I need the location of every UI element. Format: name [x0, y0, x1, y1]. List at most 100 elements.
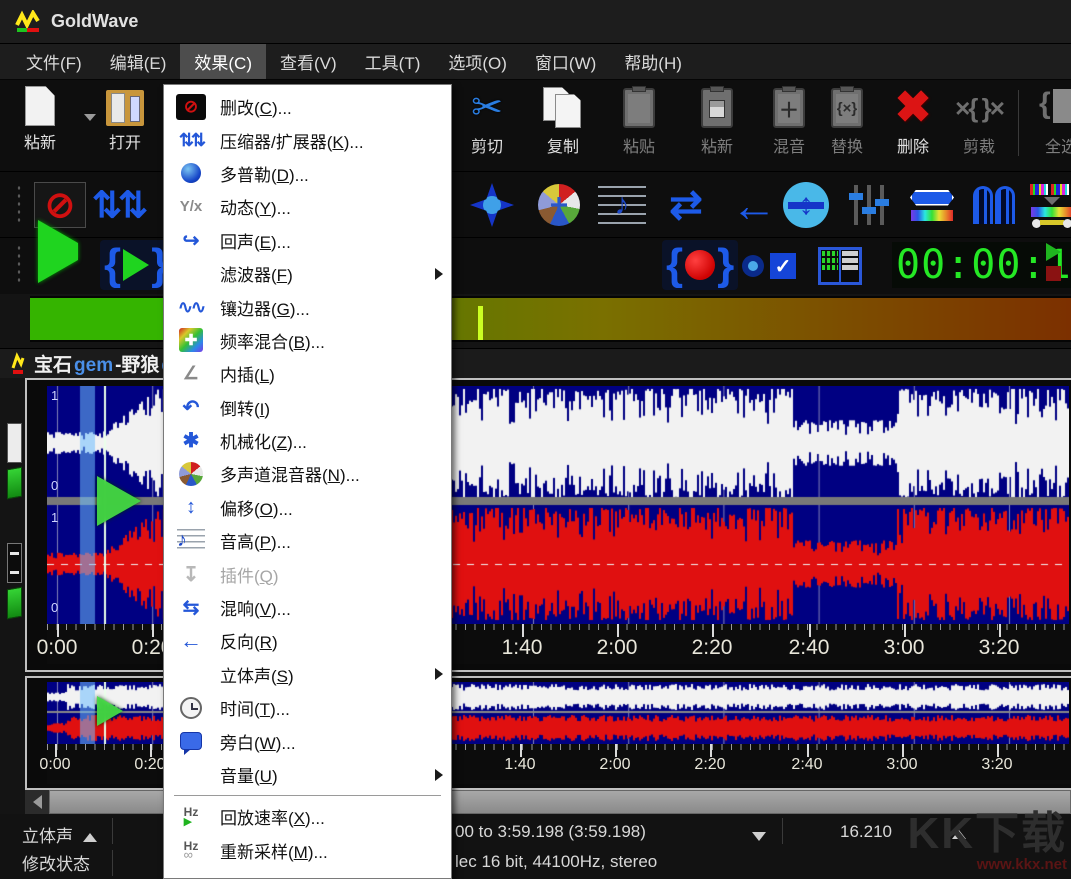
- effects-menu-item-13[interactable]: ↕偏移(O)...: [164, 491, 451, 524]
- reverb-button[interactable]: ⇄: [662, 182, 710, 228]
- channel-mode-label: 立体声: [22, 827, 73, 846]
- effects-menu-item-11[interactable]: ✱机械化(Z)...: [164, 424, 451, 457]
- axis-time-label: 2:20: [694, 756, 725, 774]
- left-arrow-icon: ←: [731, 178, 777, 232]
- menubar-item-8[interactable]: 帮助(H): [610, 44, 696, 79]
- menu-separator: [174, 795, 441, 796]
- effects-menu-item-22[interactable]: Hz▶回放速率(X)...: [164, 800, 451, 833]
- play-selection-button[interactable]: {}: [100, 240, 172, 290]
- play-button[interactable]: [38, 243, 78, 261]
- menu-item-label: 混响(V)...: [220, 595, 443, 620]
- spectrum-filter-button[interactable]: [1028, 182, 1071, 228]
- reverse-button[interactable]: ←: [730, 182, 778, 228]
- effects-menu-item-23[interactable]: Hz∞重新采样(M)...: [164, 834, 451, 867]
- record-selection-button[interactable]: {}: [662, 240, 738, 290]
- menu-item-label: 音量(U): [220, 762, 435, 787]
- overview-position-triangle: [97, 696, 123, 726]
- effects-menu-item-21[interactable]: 音量(U): [164, 758, 451, 791]
- effects-menu-item-5[interactable]: ↪回声(E)...: [164, 224, 451, 257]
- toolbar-gripper[interactable]: [16, 184, 22, 224]
- mechanize-button[interactable]: [468, 182, 516, 228]
- effects-menu-item-14[interactable]: ♪音高(P)...: [164, 524, 451, 557]
- open-folder-icon: [106, 90, 144, 126]
- monitor-toggle-button[interactable]: ✓: [742, 253, 796, 279]
- scale-label: 1: [51, 510, 58, 525]
- offset-button[interactable]: ↕: [782, 182, 830, 228]
- effects-menu-item-9[interactable]: ∠内插(L): [164, 357, 451, 390]
- effects-menu-item-7[interactable]: ∿∿镶边器(G)...: [164, 290, 451, 323]
- effects-menu-item-6[interactable]: 滤波器(F): [164, 257, 451, 290]
- menubar-item-3[interactable]: 效果(C): [180, 44, 266, 79]
- toolbar-button-7[interactable]: ✖删除: [878, 86, 948, 157]
- compressor-button[interactable]: ⇅⇅: [94, 182, 142, 228]
- right-channel-button[interactable]: [7, 543, 22, 583]
- menu-item-label: 滤波器(F): [220, 261, 435, 286]
- hexagon-rainbow-icon: [910, 190, 954, 221]
- menubar-item-2[interactable]: 编辑(E): [96, 44, 181, 79]
- mixer-button[interactable]: [535, 182, 583, 228]
- submenu-arrow-icon: [435, 268, 443, 280]
- toolbar-button-8[interactable]: ×{ }×剪裁: [944, 86, 1014, 157]
- new-file-dropdown[interactable]: [84, 86, 96, 121]
- toolbar-button-6[interactable]: {×}替换: [812, 86, 882, 157]
- effects-menu-item-16[interactable]: ⇆混响(V)...: [164, 591, 451, 624]
- effects-menu-item-17[interactable]: ←反向(R): [164, 624, 451, 657]
- effects-menu-item-19[interactable]: 时间(T)...: [164, 691, 451, 724]
- toolbar-button-9[interactable]: {全选: [1026, 86, 1071, 157]
- control-properties-button[interactable]: [818, 247, 862, 285]
- submenu-arrow-icon: [435, 668, 443, 680]
- swap-arrows-icon: ⇄: [669, 182, 703, 228]
- menu-bar: 文件(F)编辑(E)效果(C)查看(V)工具(T)选项(O)窗口(W)帮助(H): [0, 44, 1071, 80]
- axis-time-label: 2:00: [599, 756, 630, 774]
- channel-mode-status[interactable]: 立体声: [22, 822, 97, 847]
- scale-label: 0: [51, 600, 58, 615]
- copy-icon: [543, 86, 583, 130]
- menubar-item-7[interactable]: 窗口(W): [521, 44, 610, 79]
- toolbar-button-label: 粘贴: [623, 133, 655, 157]
- music-staff-icon: ♪: [598, 186, 646, 224]
- effects-menu-item-10[interactable]: ↶倒转(I): [164, 391, 451, 424]
- document-title-bar: 宝石gem-野狼d: [0, 348, 1071, 378]
- axis-time-label: 3:20: [981, 756, 1012, 774]
- toolbar-gripper[interactable]: [16, 244, 22, 284]
- menubar-item-5[interactable]: 工具(T): [351, 44, 435, 79]
- menu-item-label: 时间(T)...: [220, 695, 443, 720]
- left-channel-play-button[interactable]: [7, 467, 22, 500]
- menu-item-label: 动态(Y)...: [220, 194, 443, 219]
- scroll-left-button[interactable]: [25, 790, 49, 814]
- pitch-button[interactable]: ♪: [598, 182, 646, 228]
- effects-menu-item-2[interactable]: ⇅⇅压缩器/扩展器(K)...: [164, 123, 451, 156]
- pinwheel-icon: [538, 184, 580, 226]
- menu-item-label: 偏移(O)...: [220, 495, 443, 520]
- effects-menu-item-18[interactable]: 立体声(S): [164, 658, 451, 691]
- toolbar-button-3[interactable]: 粘贴: [604, 86, 674, 157]
- open-file-button[interactable]: 打开: [106, 86, 144, 153]
- effects-menu-item-8[interactable]: ✚频率混合(B)...: [164, 324, 451, 357]
- effects-menu-item-1[interactable]: ⊘删改(C)...: [164, 90, 451, 123]
- right-channel-play-button[interactable]: [7, 587, 22, 620]
- menubar-item-4[interactable]: 查看(V): [266, 44, 351, 79]
- noise-gate-button[interactable]: [970, 182, 1018, 228]
- equalizer-button[interactable]: [845, 182, 893, 228]
- new-file-button[interactable]: 粘新: [24, 86, 56, 153]
- menubar-item-1[interactable]: 文件(F): [12, 44, 96, 79]
- selection-dropdown-button[interactable]: [752, 826, 766, 846]
- toolbar-button-label: 复制: [547, 133, 579, 157]
- effects-menu-item-20[interactable]: 旁白(W)...: [164, 724, 451, 757]
- effects-menu-item-4[interactable]: Y/x动态(Y)...: [164, 190, 451, 223]
- toolbar-button-1[interactable]: ✂剪切: [452, 86, 522, 157]
- toolbar-button-label: 混音: [773, 133, 805, 157]
- document-title-segment: -野狼: [115, 355, 159, 376]
- toolbar-button-2[interactable]: 复制: [528, 86, 598, 157]
- effects-menu-item-12[interactable]: 多声道混音器(N)...: [164, 457, 451, 490]
- menubar-item-6[interactable]: 选项(O): [434, 44, 521, 79]
- control-toolbar: {} {} ✓ 00:00:16.2: [0, 238, 1071, 294]
- shape-volume-button[interactable]: [908, 182, 956, 228]
- document-title: 宝石gem-野狼d: [32, 350, 173, 377]
- left-channel-button[interactable]: [7, 423, 22, 463]
- menu-item-label: 音高(P)...: [220, 528, 443, 553]
- menu-item-label: 频率混合(B)...: [220, 328, 443, 353]
- toolbar-button-4[interactable]: 粘新: [682, 86, 752, 157]
- triangle-up-icon: [83, 833, 97, 842]
- effects-menu-item-3[interactable]: 多普勒(D)...: [164, 157, 451, 190]
